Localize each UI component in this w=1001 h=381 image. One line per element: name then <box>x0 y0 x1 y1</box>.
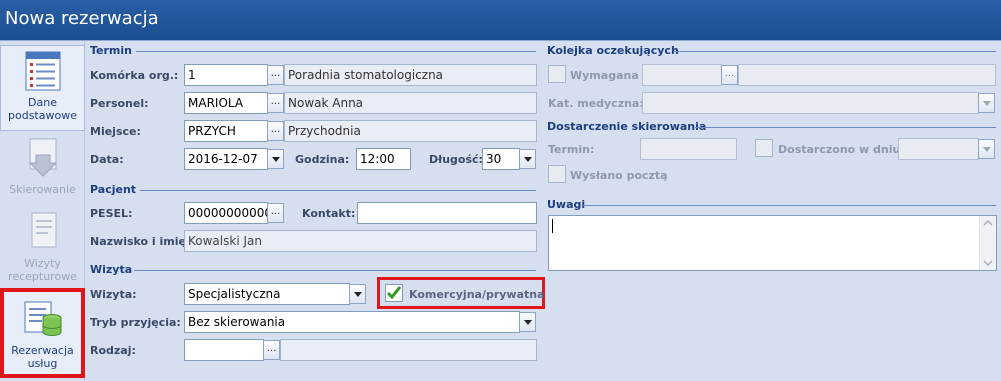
section-divider <box>134 270 536 271</box>
nazwisko-field: Kowalski Jan <box>184 230 537 252</box>
section-divider <box>695 127 996 128</box>
tryb-dropdown-button[interactable] <box>519 312 536 332</box>
kolejka-name-field <box>738 64 996 86</box>
komercyjna-label[interactable]: Komercyjna/prywatna <box>409 288 545 301</box>
rodzaj-code-input[interactable] <box>184 339 264 361</box>
dostarczono-checkbox[interactable] <box>755 139 773 157</box>
section-divider <box>583 205 996 206</box>
komorka-name-field: Poradnia stomatologiczna <box>284 64 537 86</box>
sidebar-item-wizyty-recepturowe[interactable]: Wizyty recepturowe <box>0 211 85 285</box>
checkmark-icon <box>386 286 402 300</box>
section-uwagi: Uwagi <box>547 198 586 211</box>
text-cursor <box>552 219 553 233</box>
sidebar-item-dane-podstawowe[interactable]: Dane podstawowe <box>0 45 85 131</box>
sidebar-item-rezerwacja-uslug[interactable]: Rezerwacja usług <box>0 288 85 378</box>
personel-label: Personel: <box>90 97 149 110</box>
dlugosc-label: Długość: <box>429 153 483 166</box>
kat-medyczna-dropdown-button[interactable] <box>978 93 995 113</box>
dostarczono-dropdown-button[interactable] <box>978 139 995 159</box>
personel-name-field: Nowak Anna <box>284 92 537 114</box>
reservation-form: Termin Komórka org.: 1 ... Poradnia stom… <box>86 41 1001 381</box>
kontakt-label: Kontakt: <box>302 207 356 220</box>
kolejka-code-input[interactable] <box>642 64 722 86</box>
uwagi-scrollbar[interactable] <box>979 216 996 270</box>
sidebar-item-label: Rezerwacja usług <box>11 344 74 370</box>
visit-type-dropdown-button[interactable] <box>349 284 366 304</box>
kolejka-picker-button[interactable]: ... <box>721 65 738 85</box>
window-title: Nowa rezerwacja <box>0 0 1001 41</box>
time-input[interactable]: 12:00 <box>356 148 411 170</box>
pesel-input[interactable]: 00000000000 <box>184 202 268 224</box>
personel-code-input[interactable]: MARIOLA <box>184 92 268 114</box>
date-dropdown-button[interactable] <box>267 149 284 169</box>
referral-arrow-icon <box>22 137 64 179</box>
section-divider <box>136 51 536 52</box>
section-termin: Termin <box>90 44 132 57</box>
date-input[interactable]: 2016-12-07 <box>184 148 268 170</box>
miejsce-label: Miejsce: <box>90 125 141 138</box>
service-database-icon <box>22 298 64 340</box>
section-kolejka: Kolejka oczekujących <box>547 44 679 57</box>
komorka-picker-button[interactable]: ... <box>267 65 284 85</box>
komercyjna-checkbox[interactable] <box>385 284 403 302</box>
sidebar-item-label: Dane podstawowe <box>8 96 77 122</box>
section-divider <box>674 51 996 52</box>
miejsce-code-input[interactable]: PRZYCH <box>184 120 268 142</box>
duration-dropdown-button[interactable] <box>519 149 536 169</box>
wyslano-checkbox[interactable] <box>548 165 566 183</box>
patient-picker-button[interactable]: ... <box>267 203 284 223</box>
komorka-label: Komórka org.: <box>90 69 179 82</box>
kontakt-input[interactable] <box>357 202 537 224</box>
kat-medyczna-select[interactable] <box>642 92 979 114</box>
dostarczono-label: Dostarczono w dniu: <box>778 143 905 156</box>
form-list-icon <box>22 50 64 92</box>
miejsce-name-field: Przychodnia <box>284 120 537 142</box>
rodzaj-name-field <box>280 339 537 361</box>
data-label: Data: <box>90 153 124 166</box>
section-divider <box>140 190 536 191</box>
rodzaj-label: Rodzaj: <box>90 344 136 357</box>
godzina-label: Godzina: <box>295 153 350 166</box>
duration-select[interactable]: 30 <box>482 148 520 170</box>
pesel-label: PESEL: <box>90 207 133 220</box>
sidebar: Dane podstawowe Skierowanie Wizyty recep… <box>0 41 85 381</box>
scroll-arrows-icon <box>983 219 993 267</box>
uwagi-textarea[interactable] <box>548 215 997 271</box>
dostarczenie-termin-input[interactable] <box>640 138 737 160</box>
dostarczenie-termin-label: Termin: <box>548 143 595 156</box>
section-pacjent: Pacjent <box>90 183 137 196</box>
prescription-icon <box>22 211 64 253</box>
dostarczono-date-input[interactable] <box>898 138 979 160</box>
wizyta-label: Wizyta: <box>90 288 137 301</box>
wymagana-checkbox[interactable] <box>548 65 566 83</box>
kat-medyczna-label: Kat. medyczna: <box>548 97 644 110</box>
wymagana-label: Wymagana <box>570 69 639 82</box>
personel-picker-button[interactable]: ... <box>267 93 284 113</box>
section-dostarczenie: Dostarczenie skierowania <box>547 120 707 133</box>
sidebar-item-label: Skierowanie <box>9 183 76 196</box>
sidebar-item-label: Wizyty recepturowe <box>8 257 77 283</box>
miejsce-picker-button[interactable]: ... <box>267 121 284 141</box>
tryb-label: Tryb przyjęcia: <box>90 316 181 329</box>
wyslano-label: Wysłano pocztą <box>570 169 668 182</box>
komorka-code-input[interactable]: 1 <box>184 64 268 86</box>
tryb-select[interactable]: Bez skierowania <box>184 311 520 333</box>
visit-type-select[interactable]: Specjalistyczna <box>184 283 350 305</box>
sidebar-item-skierowanie[interactable]: Skierowanie <box>0 137 85 201</box>
rodzaj-picker-button[interactable]: ... <box>263 340 280 360</box>
section-wizyta: Wizyta <box>90 263 133 276</box>
nazwisko-label: Nazwisko i imię: <box>90 235 191 248</box>
